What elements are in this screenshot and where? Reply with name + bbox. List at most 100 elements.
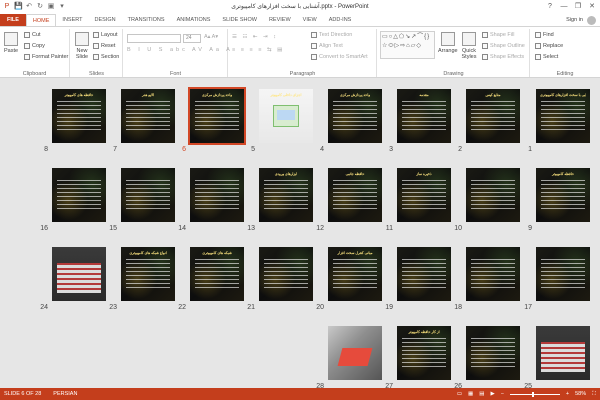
arrange-button[interactable]: Arrange <box>438 32 458 54</box>
slide-thumbnail[interactable]: از کار حافظه کامپیوتر <box>397 326 451 380</box>
slide-thumbnail[interactable] <box>328 326 382 380</box>
slide-thumbnail[interactable]: حافظه کامپیوتر <box>536 168 590 222</box>
start-slideshow-icon[interactable]: ▣ <box>47 3 55 11</box>
select-button[interactable]: Select <box>535 54 558 60</box>
align-text-button[interactable]: Align Text <box>311 43 343 49</box>
slide-sorter-view-icon[interactable]: ▦ <box>468 388 473 400</box>
layout-button[interactable]: Layout <box>93 32 118 38</box>
slide-thumbnail[interactable]: آشنایی با سخت افزارهای کامپیوتری <box>536 89 590 143</box>
slide-thumbnail[interactable] <box>190 168 244 222</box>
quick-styles-button[interactable]: Quick Styles <box>460 32 478 60</box>
format-painter-label: Format Painter <box>32 54 69 60</box>
align-buttons[interactable]: ≡ ≡ ≡ ≡ ⇆ ▤ <box>232 47 284 53</box>
normal-view-icon[interactable]: ▭ <box>457 388 462 400</box>
text-direction-button[interactable]: Text Direction <box>311 32 352 38</box>
slide-number: 17 <box>524 304 532 311</box>
slide-thumbnail[interactable] <box>121 168 175 222</box>
help-button[interactable]: ? <box>544 1 556 12</box>
format-painter-button[interactable]: Format Painter <box>24 54 68 60</box>
slide-thumbnail[interactable]: اجزای داخلی کامپیوتر <box>259 89 313 143</box>
smartart-button[interactable]: Convert to SmartArt <box>311 54 368 60</box>
slide-thumbnail[interactable] <box>52 247 106 301</box>
slide-thumbnail[interactable] <box>52 168 106 222</box>
slide-thumbnail[interactable] <box>466 326 520 380</box>
slide-thumbnail[interactable]: حافظه جانبی <box>328 168 382 222</box>
new-slide-button[interactable]: New Slide <box>73 32 91 60</box>
slide-body-text <box>264 259 308 289</box>
shape-effects-button[interactable]: Shape Effects <box>482 54 524 60</box>
tab-view[interactable]: VIEW <box>297 14 323 26</box>
restore-button[interactable]: ❐ <box>572 1 584 12</box>
customize-qat-icon[interactable]: ▾ <box>58 3 66 11</box>
list-buttons[interactable]: ☰ ☷ ⇤ ⇥ ↕ <box>232 34 278 40</box>
slide-thumbnail[interactable] <box>536 247 590 301</box>
slide-thumbnail[interactable]: واحد پردازش مرکزی <box>188 87 246 145</box>
slide-thumbnail[interactable]: ابزارهای ورودی <box>259 168 313 222</box>
grow-font-button[interactable]: A▴ A▾ <box>204 34 218 40</box>
section-button[interactable]: Section <box>93 54 119 60</box>
fit-slide-icon[interactable]: ⛶ <box>592 388 596 400</box>
slide-thumbnail[interactable]: ذخیره ساز <box>397 168 451 222</box>
slide-thumbnail[interactable] <box>397 247 451 301</box>
font-format-buttons[interactable]: B I U S abc AV Aa A <box>127 47 233 53</box>
slide-thumbnail[interactable] <box>466 168 520 222</box>
slide-body-text <box>264 101 308 131</box>
tab-file[interactable]: FILE <box>0 14 26 26</box>
tab-review[interactable]: REVIEW <box>263 14 297 26</box>
slide-thumbnail[interactable]: حافظه های کامپیوتر <box>52 89 106 143</box>
close-button[interactable]: ✕ <box>586 1 598 12</box>
reading-view-icon[interactable]: ▤ <box>479 388 484 400</box>
shape-outline-button[interactable]: Shape Outline <box>482 43 525 49</box>
slide-thumbnail[interactable]: انواع شبکه های کامپیوتری <box>121 247 175 301</box>
slide-number: 10 <box>454 225 462 232</box>
zoom-slider[interactable] <box>509 391 560 397</box>
reset-button[interactable]: Reset <box>93 43 115 49</box>
slide-body-text <box>541 180 585 210</box>
tab-slide-show[interactable]: SLIDE SHOW <box>216 14 263 26</box>
slide-thumbnail[interactable] <box>466 247 520 301</box>
slide-thumbnail[interactable]: شبکه های کامپیوتری <box>190 247 244 301</box>
undo-icon[interactable]: ↶ <box>25 3 33 11</box>
zoom-thumb[interactable] <box>531 391 534 397</box>
slide-body-text <box>57 263 101 293</box>
slide-thumbnail[interactable]: الایو هدر <box>121 89 175 143</box>
tab-insert[interactable]: INSERT <box>56 14 88 26</box>
slide-thumbnail[interactable]: مبانی کنترل سخت افزار <box>328 247 382 301</box>
slide-body-text <box>402 180 446 210</box>
arrange-icon <box>440 32 455 46</box>
slide-thumbnail[interactable] <box>259 247 313 301</box>
replace-button[interactable]: Replace <box>535 43 563 49</box>
slide-title: حافظه های کامپیوتر <box>64 93 94 97</box>
save-icon[interactable]: 💾 <box>14 3 23 11</box>
language-indicator[interactable]: PERSIAN <box>53 388 77 400</box>
paste-button[interactable]: Paste <box>4 32 18 54</box>
tab-animations[interactable]: ANIMATIONS <box>171 14 217 26</box>
font-size-box[interactable]: 24 <box>183 34 201 43</box>
copy-button[interactable]: Copy <box>24 43 45 49</box>
slide-number: 16 <box>40 225 48 232</box>
font-name-box[interactable] <box>127 34 181 43</box>
slide-thumbnail[interactable]: منابع کیس <box>466 89 520 143</box>
zoom-out-button[interactable]: − <box>501 388 504 400</box>
text-direction-label: Text Direction <box>319 32 353 38</box>
minimize-button[interactable]: — <box>558 1 570 12</box>
slide-number: 3 <box>389 146 393 153</box>
tab-design[interactable]: DESIGN <box>89 14 122 26</box>
tab-add-ins[interactable]: ADD-INS <box>323 14 358 26</box>
shapes-gallery[interactable]: ▭○△⬠↘↗⌒{}☆⬭▷⇨⌂▱◇ <box>380 31 435 59</box>
slideshow-view-icon[interactable]: ▶ <box>490 388 494 400</box>
zoom-level[interactable]: 58% <box>575 388 586 400</box>
redo-icon[interactable]: ↻ <box>36 3 44 11</box>
shape-fill-button[interactable]: Shape Fill <box>482 32 514 38</box>
new-slide-label: New Slide <box>75 48 89 60</box>
find-button[interactable]: Find <box>535 32 554 38</box>
tab-home[interactable]: HOME <box>25 14 57 26</box>
cut-button[interactable]: Cut <box>24 32 41 38</box>
sign-in-link[interactable]: Sign in <box>566 14 596 26</box>
slide-thumbnail[interactable]: واحد پردازش مرکزی <box>328 89 382 143</box>
zoom-in-button[interactable]: + <box>566 388 569 400</box>
slide-thumbnail[interactable] <box>536 326 590 380</box>
slide-thumbnail[interactable]: مقدمه <box>397 89 451 143</box>
tab-transitions[interactable]: TRANSITIONS <box>122 14 171 26</box>
slide-number: 20 <box>316 304 324 311</box>
